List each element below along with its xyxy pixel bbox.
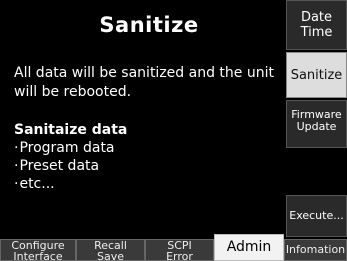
tab-information-label: Infomation	[285, 243, 346, 256]
tab-scpi-label: SCPI Error	[166, 239, 193, 261]
sanitize-message: All data will be sanitized and the unit …	[14, 65, 274, 100]
list-item: etc...	[14, 175, 284, 193]
tab-configure-interface[interactable]: Configure Interface	[0, 239, 76, 261]
tab-scpi-error[interactable]: SCPI Error	[145, 239, 214, 261]
page-title: Sanitize	[99, 13, 199, 37]
content-area: All data will be sanitized and the unit …	[14, 64, 284, 193]
tab-configure-label: Configure Interface	[11, 239, 65, 261]
execute-label: Execute...	[289, 209, 344, 222]
sanitize-label: Sanitize	[290, 67, 343, 83]
firmware-update-button[interactable]: Firmware Update	[286, 100, 347, 148]
date-time-button[interactable]: Date Time	[286, 0, 347, 50]
title-bar: Sanitize	[0, 0, 286, 50]
date-time-label: Date Time	[300, 10, 333, 40]
sanitize-item-list: Program data Preset data etc...	[14, 139, 284, 193]
tab-recall-label: Recall Save	[94, 239, 127, 261]
section-heading: Sanitaize data	[14, 122, 128, 138]
list-item: Preset data	[14, 157, 284, 175]
execute-button[interactable]: Execute...	[286, 195, 347, 237]
tab-recall-save[interactable]: Recall Save	[76, 239, 145, 261]
tab-admin-label: Admin	[226, 239, 272, 255]
sanitize-button[interactable]: Sanitize	[286, 52, 347, 98]
tab-information[interactable]: Infomation	[284, 239, 347, 261]
list-item: Program data	[14, 139, 284, 157]
tab-admin[interactable]: Admin	[214, 234, 284, 261]
bottom-tab-bar: Configure Interface Recall Save SCPI Err…	[0, 234, 347, 261]
firmware-update-label: Firmware Update	[291, 108, 342, 133]
